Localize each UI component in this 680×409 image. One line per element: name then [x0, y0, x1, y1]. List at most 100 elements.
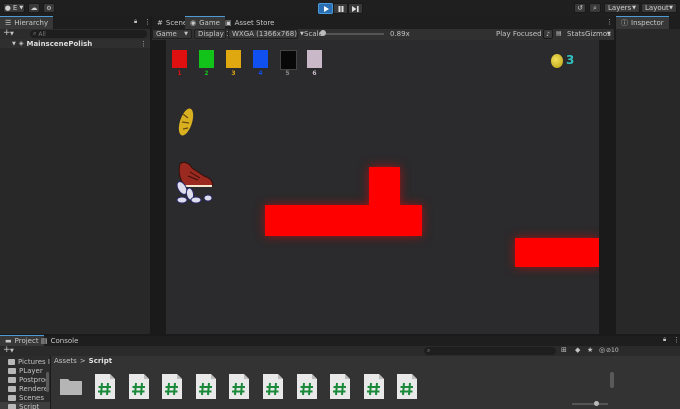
color-swatch-number: 6: [312, 70, 317, 77]
more-icon[interactable]: ⋮: [673, 336, 680, 344]
filter-by-type-icon[interactable]: ⊞: [561, 346, 567, 354]
zoom-slider[interactable]: [572, 401, 608, 406]
folder-label: PLayer: [19, 366, 43, 375]
hierarchy-search-input[interactable]: ⌕ All: [30, 30, 147, 38]
asset-grid-scrollbar[interactable]: [610, 372, 614, 388]
folder-tree-item[interactable]: Pictures I: [0, 357, 50, 366]
chevron-down-icon[interactable]: ▼: [10, 348, 14, 354]
scene-row[interactable]: ▼ ◈ MainscenePolish ⋮: [0, 39, 150, 48]
scene-name: MainscenePolish: [26, 39, 93, 48]
scale-value: 0.89x: [390, 30, 410, 38]
display-label: Display 1: [198, 30, 231, 38]
color-swatch-number: 2: [204, 70, 209, 77]
game-icon: ◉: [190, 19, 197, 27]
folder-label: Scenes: [19, 393, 44, 402]
history-button[interactable]: ↺: [574, 3, 586, 13]
color-swatch[interactable]: [199, 50, 214, 68]
color-swatch[interactable]: [226, 50, 241, 68]
csharp-script-icon[interactable]: [329, 373, 351, 400]
platform-right: [515, 238, 599, 267]
csharp-script-icon[interactable]: [228, 373, 250, 400]
zoom-slider-handle[interactable]: [594, 401, 599, 406]
coin-count: 3: [566, 53, 575, 67]
project-search-input[interactable]: ⌕: [424, 347, 556, 355]
breadcrumb-script[interactable]: Script: [89, 357, 112, 365]
tab-console[interactable]: ▤ Console: [36, 335, 83, 346]
lock-icon[interactable]: 🔒︎: [663, 336, 666, 344]
resolution-label: WXGA (1366x768): [232, 30, 297, 38]
step-button[interactable]: [348, 3, 363, 14]
csharp-script-icon[interactable]: [296, 373, 318, 400]
food-item-icon: [178, 108, 194, 136]
game-mode-dropdown[interactable]: Game ▼: [152, 29, 192, 39]
hierarchy-tab-label: Hierarchy: [14, 19, 49, 27]
folder-tree-item[interactable]: Postproc: [0, 375, 50, 384]
folder-tree-scrollbar[interactable]: [46, 372, 49, 392]
chevron-down-icon: ▼: [19, 5, 24, 11]
chevron-down-icon[interactable]: ▼: [607, 31, 611, 37]
folder-label: Script: [19, 402, 40, 409]
play-button[interactable]: [318, 3, 333, 14]
folder-tree-item[interactable]: Script: [0, 402, 50, 409]
folder-icon: ▬: [5, 337, 12, 345]
platform-tower: [369, 167, 400, 207]
csharp-script-icon[interactable]: [363, 373, 385, 400]
expand-arrow-icon[interactable]: ▼: [12, 41, 16, 47]
stats-button[interactable]: Stats: [567, 30, 585, 38]
pause-button[interactable]: [333, 3, 348, 14]
folder-icon: [8, 376, 16, 383]
tab-asset-store[interactable]: ▣ Asset Store: [220, 16, 280, 29]
folder-tree: Pictures I PLayer Postproc Rendere Scenes Scr…: [0, 356, 50, 409]
collab-button[interactable]: ⚙: [43, 3, 55, 13]
stats-toggle-icon[interactable]: ▤: [556, 30, 562, 37]
color-swatch[interactable]: [172, 50, 187, 68]
resolution-dropdown[interactable]: WXGA (1366x768) ▼: [228, 29, 304, 39]
csharp-script-icon[interactable]: [161, 373, 183, 400]
folder-icon: [8, 358, 15, 365]
favorite-icon[interactable]: ★: [587, 346, 593, 354]
csharp-script-icon[interactable]: [128, 373, 150, 400]
tab-game[interactable]: ◉ Game: [185, 16, 225, 29]
collab-icon: ⚙: [46, 4, 52, 12]
folder-tree-item[interactable]: Rendere: [0, 384, 50, 393]
project-tab-label: Project: [14, 337, 39, 345]
folder-icon[interactable]: [59, 376, 83, 396]
chevron-down-icon[interactable]: ▼: [10, 31, 14, 37]
asset-grid: [51, 367, 611, 409]
scale-slider-handle[interactable]: [320, 30, 326, 36]
tab-inspector[interactable]: ⓘ Inspector: [616, 16, 669, 29]
lock-icon[interactable]: 🔒︎: [134, 18, 137, 26]
cloud-icon: ☁: [30, 4, 38, 12]
mute-audio-button[interactable]: ♪: [543, 29, 553, 39]
color-swatch[interactable]: [280, 50, 297, 70]
cloud-button[interactable]: ☁: [28, 3, 40, 13]
csharp-script-icon[interactable]: [195, 373, 217, 400]
color-swatch[interactable]: [253, 50, 268, 68]
scale-slider[interactable]: [320, 30, 384, 36]
folder-label: Postproc: [19, 375, 49, 384]
folder-label: Rendere: [19, 384, 49, 393]
unity-scene-icon: ◈: [18, 40, 24, 47]
csharp-script-icon[interactable]: [94, 373, 116, 400]
display-dropdown[interactable]: Display 1 ▼: [194, 29, 237, 39]
folder-icon: [8, 385, 16, 392]
more-icon[interactable]: ⋮: [606, 18, 613, 26]
layers-dropdown[interactable]: Layers ▼: [604, 3, 640, 13]
more-icon[interactable]: ⋮: [140, 40, 147, 48]
layout-dropdown[interactable]: Layout ▼: [641, 3, 677, 13]
search-button[interactable]: ⌕: [589, 3, 601, 13]
folder-tree-item[interactable]: Scenes: [0, 393, 50, 402]
game-view[interactable]: 1 2 3 4 5 6 3: [166, 40, 599, 334]
breadcrumb-assets[interactable]: Assets: [54, 357, 77, 365]
filter-by-label-icon[interactable]: ◆: [575, 346, 580, 354]
account-dropdown[interactable]: ● E ▼: [3, 3, 25, 13]
winged-shoe-icon: [176, 161, 213, 204]
csharp-script-icon[interactable]: [396, 373, 418, 400]
visibility-icon[interactable]: ◎: [599, 346, 605, 354]
play-focused-dropdown[interactable]: Play Focused ▼: [493, 29, 548, 39]
folder-tree-item[interactable]: PLayer: [0, 366, 50, 375]
color-swatch[interactable]: [307, 50, 322, 68]
csharp-script-icon[interactable]: [262, 373, 284, 400]
folder-icon: [8, 403, 16, 409]
hidden-count: 10: [611, 347, 619, 354]
